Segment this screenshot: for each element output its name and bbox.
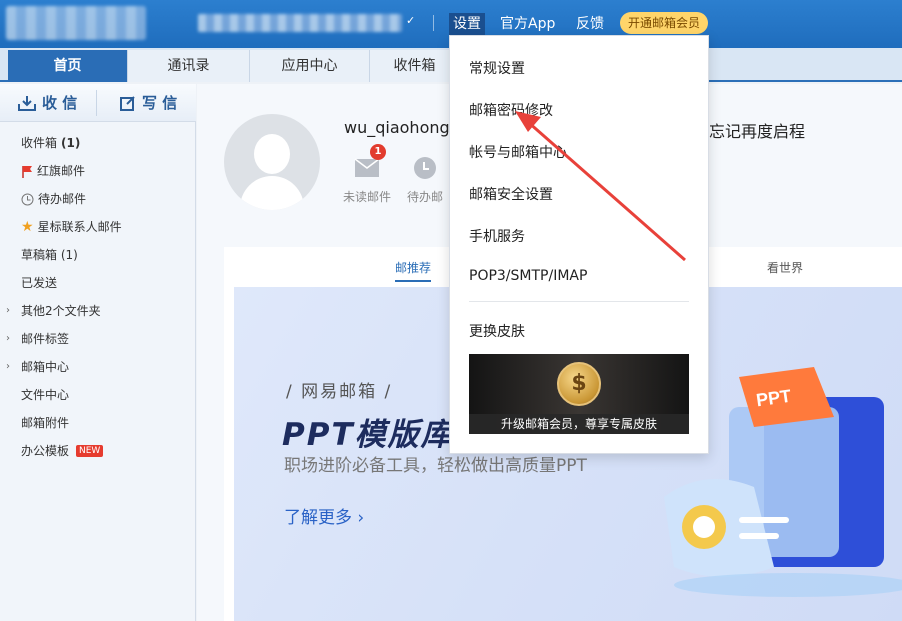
receive-icon	[18, 96, 36, 111]
unread-count-badge: 1	[370, 144, 386, 160]
folder-inbox[interactable]: 收件箱 (1)	[0, 129, 196, 157]
folder-todo[interactable]: 待办邮件	[0, 185, 196, 213]
settings-menu-button[interactable]: 设置	[449, 13, 485, 35]
folder-todo-label: 待办邮件	[38, 192, 87, 206]
todo-label: 待办邮	[407, 190, 443, 204]
account-dropdown-icon[interactable]: ✓	[406, 14, 415, 27]
promo-caption: 升级邮箱会员，尊享专属皮肤	[469, 414, 689, 434]
menu-change-skin[interactable]: 更换皮肤	[469, 321, 525, 341]
greeting-text: 忘记再度启程	[709, 122, 806, 141]
compose-toolbar: 收 信 写 信	[0, 84, 196, 122]
menu-general-settings[interactable]: 常规设置	[469, 58, 525, 78]
receive-mail-button[interactable]: 收 信	[18, 92, 77, 114]
folder-other[interactable]: › 其他2个文件夹	[0, 297, 196, 325]
compose-divider	[96, 90, 97, 116]
menu-change-password[interactable]: 邮箱密码修改	[469, 100, 553, 120]
header-divider	[433, 15, 434, 31]
new-badge: NEW	[76, 445, 104, 457]
tab-home[interactable]: 首页	[8, 50, 128, 82]
banner-title: PPT模版库	[282, 417, 454, 453]
expand-mail-center-icon[interactable]: ›	[6, 353, 10, 381]
folder-mail-center-label: 邮箱中心	[21, 360, 70, 374]
menu-divider	[469, 301, 689, 302]
folder-file-center[interactable]: 文件中心	[0, 381, 196, 409]
unread-mail-stat[interactable]: 1 未读邮件	[337, 144, 397, 205]
folder-office-templates[interactable]: 办公模板 NEW	[0, 437, 196, 465]
folder-drafts[interactable]: 草稿箱 (1)	[0, 241, 196, 269]
vip-upgrade-button[interactable]: 开通邮箱会员	[620, 12, 709, 34]
folder-office-label: 办公模板	[21, 444, 70, 458]
tab-world[interactable]: 看世界	[767, 259, 803, 276]
clock-icon	[21, 193, 34, 205]
feedback-link[interactable]: 反馈	[576, 13, 604, 35]
todo-mail-stat[interactable]: 待办邮	[407, 156, 443, 205]
mailbox-logo-blurred	[6, 6, 146, 40]
folder-other-label: 其他2个文件夹	[21, 304, 101, 318]
folder-starred-label: 星标联系人邮件	[37, 220, 122, 234]
folder-mail-center[interactable]: › 邮箱中心	[0, 353, 196, 381]
folder-tags-label: 邮件标签	[21, 332, 70, 346]
account-name-blurred[interactable]	[198, 14, 402, 32]
red-flag-icon	[22, 165, 32, 178]
learn-more-link[interactable]: 了解更多 ›	[284, 503, 364, 528]
compose-label: 写 信	[142, 94, 178, 112]
folder-tags[interactable]: › 邮件标签	[0, 325, 196, 353]
folder-flagged[interactable]: 红旗邮件	[0, 157, 196, 185]
folder-attachments[interactable]: 邮箱附件	[0, 409, 196, 437]
menu-mobile-service[interactable]: 手机服务	[469, 226, 525, 246]
tab-app-center[interactable]: 应用中心	[250, 50, 370, 82]
tab-inbox[interactable]: 收件箱	[370, 50, 460, 82]
expand-tags-icon[interactable]: ›	[6, 325, 10, 353]
unread-label: 未读邮件	[342, 190, 391, 204]
vip-coin-icon: $	[557, 362, 601, 406]
menu-security-settings[interactable]: 邮箱安全设置	[469, 184, 553, 204]
tab-contacts[interactable]: 通讯录	[128, 50, 250, 82]
banner-brand: / 网易邮箱 /	[286, 382, 393, 402]
banner-subtitle: 职场进阶必备工具，轻松做出高质量PPT	[284, 456, 587, 476]
folder-flagged-label: 红旗邮件	[37, 164, 86, 178]
tab-recommend[interactable]: 邮推荐	[395, 259, 432, 282]
envelope-icon: 1	[337, 144, 397, 180]
compose-mail-button[interactable]: 写 信	[120, 92, 177, 114]
write-icon	[120, 96, 135, 111]
clock-stat-icon	[413, 156, 443, 180]
receive-label: 收 信	[42, 94, 78, 112]
star-icon: ★	[21, 219, 34, 235]
folder-inbox-label: 收件箱	[21, 136, 58, 150]
menu-account-center[interactable]: 帐号与邮箱中心	[469, 142, 567, 162]
settings-dropdown: 常规设置 邮箱密码修改 帐号与邮箱中心 邮箱安全设置 手机服务 POP3/SMT…	[449, 35, 709, 454]
avatar[interactable]	[224, 114, 320, 210]
expand-other-icon[interactable]: ›	[6, 297, 10, 325]
username: wu_qiaohong	[344, 118, 450, 137]
folder-sent[interactable]: 已发送	[0, 269, 196, 297]
menu-pop3-smtp-imap[interactable]: POP3/SMTP/IMAP	[469, 268, 587, 284]
skin-promo-banner[interactable]: $ 升级邮箱会员，尊享专属皮肤	[469, 354, 689, 434]
folder-starred[interactable]: ★ 星标联系人邮件	[0, 213, 196, 241]
inbox-unread-count: (1)	[61, 136, 81, 150]
official-app-link[interactable]: 官方App	[500, 13, 555, 35]
sidebar: 收 信 写 信 收件箱 (1) 红旗邮件 待办邮件 ★ 星标联系人邮件 草稿箱 …	[0, 84, 196, 621]
